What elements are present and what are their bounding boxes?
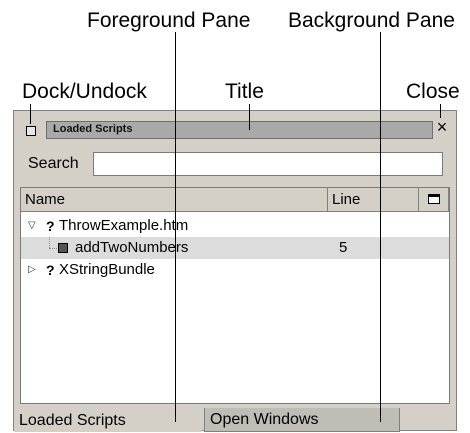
panel-titlebar: Loaded Scripts ×: [14, 111, 456, 143]
tab-loaded-scripts[interactable]: Loaded Scripts: [14, 408, 202, 432]
tree-guide-line: [49, 248, 57, 249]
column-header-line[interactable]: Line: [328, 188, 419, 212]
pane-tabs: Loaded Scripts Open Windows: [14, 408, 456, 432]
search-label: Search: [28, 155, 79, 172]
tree-row-line-value: 5: [339, 239, 348, 256]
tree-row-label: XStringBundle: [59, 261, 155, 278]
tree-row-xstringbundle[interactable]: ▷ ? XStringBundle: [21, 259, 449, 281]
scripts-tree: Name Line ▽ ? ThrowExample.htm addTwoNum…: [20, 187, 450, 404]
dock-undock-icon[interactable]: [26, 126, 36, 136]
panel-title: Loaded Scripts: [53, 123, 133, 135]
close-leader-line: [440, 104, 441, 118]
title-leader-line: [249, 104, 250, 130]
tree-guide-line: [49, 237, 50, 248]
background-pane-leader-line: [380, 32, 381, 422]
tree-header: Name Line: [21, 188, 449, 212]
tree-row-throwexample[interactable]: ▽ ? ThrowExample.htm: [21, 215, 449, 237]
column-picker-icon: [427, 194, 440, 204]
dock-leader-line: [30, 104, 31, 124]
column-picker-button[interactable]: [419, 188, 449, 212]
tree-row-label: addTwoNumbers: [75, 239, 189, 256]
callout-background-pane: Background Pane: [288, 9, 455, 32]
panel-title-bar[interactable]: Loaded Scripts: [46, 121, 433, 139]
callout-title: Title: [225, 80, 264, 103]
search-row: Search: [14, 151, 456, 177]
tree-row-addtwonumbers[interactable]: addTwoNumbers 5: [21, 237, 449, 259]
close-icon[interactable]: ×: [435, 117, 449, 137]
function-icon: [58, 243, 68, 253]
callout-foreground-pane: Foreground Pane: [87, 9, 251, 32]
status-unknown-icon: ?: [46, 262, 55, 278]
tab-open-windows[interactable]: Open Windows: [204, 408, 400, 432]
expanded-twisty-icon[interactable]: ▽: [28, 215, 36, 237]
status-unknown-icon: ?: [46, 218, 55, 234]
callout-close: Close: [406, 80, 460, 103]
callout-dock-undock: Dock/Undock: [22, 80, 147, 103]
foreground-pane-leader-line: [175, 32, 176, 422]
loaded-scripts-panel: Loaded Scripts × Search Name Line ▽ ? Th…: [13, 110, 457, 432]
search-input[interactable]: [93, 152, 443, 176]
tree-row-label: ThrowExample.htm: [59, 217, 189, 234]
collapsed-twisty-icon[interactable]: ▷: [28, 259, 36, 281]
